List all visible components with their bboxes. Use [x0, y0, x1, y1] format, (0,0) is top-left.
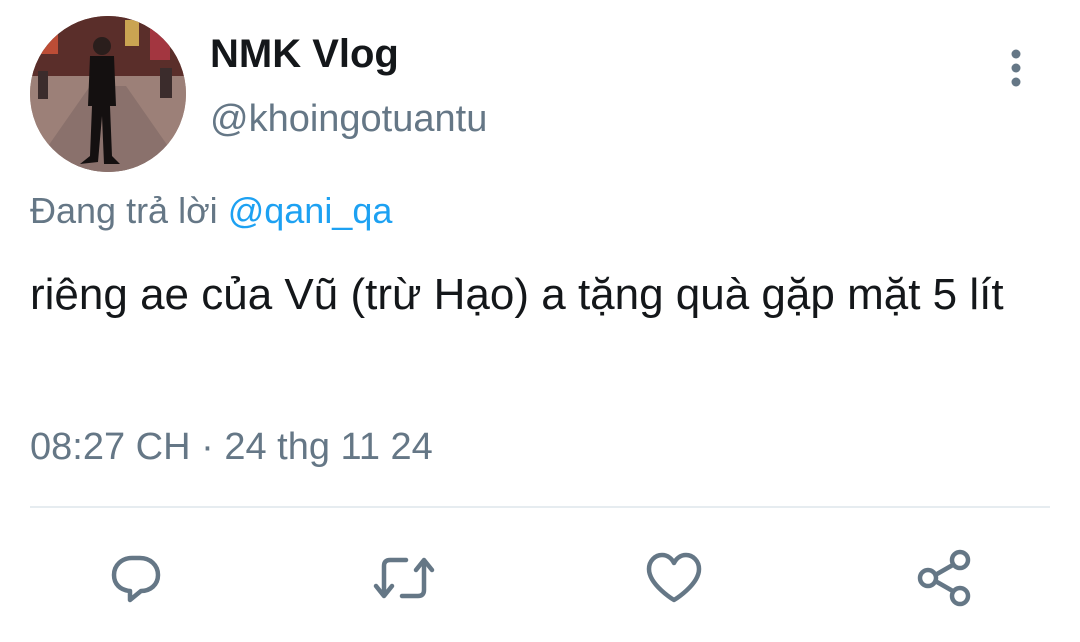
tweet-text: riêng ae của Vũ (trừ Hạo) a tặng quà gặp…	[30, 270, 1004, 319]
avatar-photo	[30, 16, 186, 172]
tweet-timestamp: 08:27 CH · 24 thg 11 24	[30, 426, 433, 469]
display-name[interactable]: NMK Vlog	[210, 32, 399, 77]
meta-separator: ·	[201, 426, 214, 468]
replying-to: Đang trả lời @qani_qa	[30, 190, 392, 232]
avatar[interactable]	[30, 16, 186, 172]
share-button[interactable]	[912, 546, 976, 610]
divider	[30, 506, 1050, 508]
reply-button[interactable]	[104, 546, 168, 610]
more-options-button[interactable]	[1000, 46, 1032, 90]
share-icon	[917, 549, 971, 607]
heart-icon	[646, 552, 702, 603]
more-vertical-icon	[1011, 49, 1021, 87]
user-handle[interactable]: @khoingotuantu	[210, 98, 487, 141]
tweet-time: 08:27 CH	[30, 426, 191, 468]
reply-prefix: Đang trả lời	[30, 190, 218, 231]
reply-icon	[111, 555, 161, 603]
retweet-button[interactable]	[372, 546, 436, 610]
retweet-icon	[373, 557, 435, 599]
reply-mention-link[interactable]: @qani_qa	[228, 190, 393, 231]
like-button[interactable]	[642, 546, 706, 610]
tweet-date: 24 thg 11 24	[224, 426, 433, 468]
